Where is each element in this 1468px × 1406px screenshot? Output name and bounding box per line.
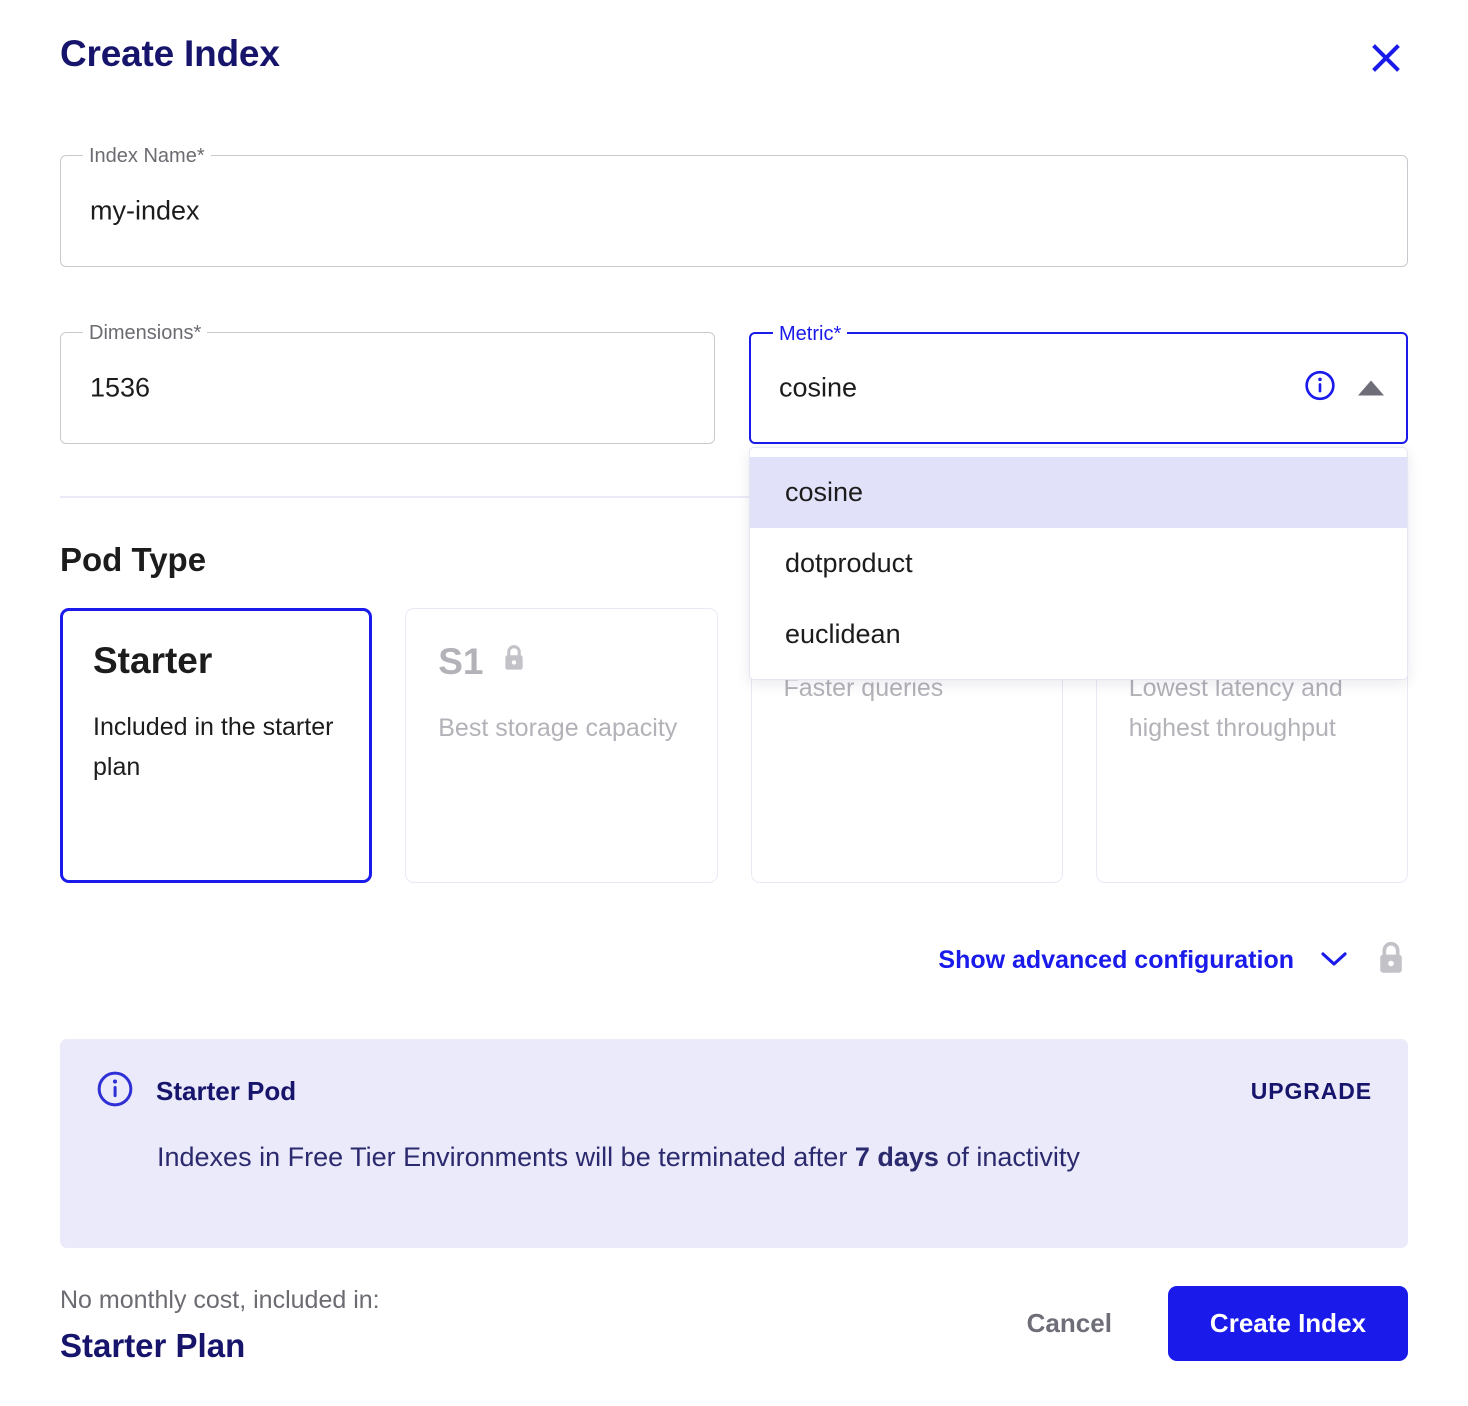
pod-card-description: Lowest latency and highest throughput [1128,674,1343,742]
metric-option-dotproduct[interactable]: dotproduct [750,528,1407,599]
index-name-input[interactable]: my-index [90,197,200,225]
create-index-button[interactable]: Create Index [1167,1286,1408,1361]
show-advanced-configuration-button[interactable]: Show advanced configuration [938,946,1348,975]
chevron-down-icon [1320,946,1348,975]
banner-top-row: Starter Pod UPGRADE [96,1070,1372,1113]
dialog-footer: No monthly cost, included in: Starter Pl… [60,1286,1408,1365]
pod-card-title: S1 [438,642,684,682]
cancel-button[interactable]: Cancel [1003,1294,1136,1353]
banner-body-text: Indexes in Free Tier Environments will b… [157,1134,1167,1180]
info-circle-icon[interactable] [1304,370,1336,407]
metric-select[interactable]: Metric* cosine [749,323,1408,444]
create-index-dialog: Create Index Index Name* my-index Dimens… [0,0,1468,1406]
plan-note: No monthly cost, included in: [60,1286,380,1314]
metric-option-euclidean[interactable]: euclidean [750,599,1407,670]
metric-dropdown-menu[interactable]: cosine dotproduct euclidean [749,447,1408,680]
metric-adornments [1304,370,1384,407]
plan-name: Starter Plan [60,1327,246,1364]
pod-card-title: Starter [93,640,339,681]
dialog-header: Create Index [60,33,1408,80]
pod-card-name-text: S1 [438,640,484,682]
banner-text-highlight: 7 days [854,1142,939,1172]
lock-icon [500,642,528,682]
close-button[interactable] [1364,36,1408,80]
metric-option-cosine[interactable]: cosine [750,457,1407,528]
page-title: Create Index [60,33,280,74]
advanced-configuration-label: Show advanced configuration [938,946,1294,974]
plan-info: No monthly cost, included in: Starter Pl… [60,1286,380,1365]
banner-text-before: Indexes in Free Tier Environments will b… [157,1142,855,1172]
upgrade-button[interactable]: UPGRADE [1251,1078,1372,1105]
banner-title: Starter Pod [156,1076,297,1106]
metric-selected-value: cosine [779,372,858,403]
pod-card-starter[interactable]: Starter Included in the starter plan [60,608,373,883]
pod-type-heading: Pod Type [60,541,207,578]
advanced-configuration-row: Show advanced configuration [938,938,1408,983]
caret-up-icon[interactable] [1358,380,1384,396]
dimensions-label: Dimensions* [83,322,208,344]
pod-card-s1[interactable]: S1 Best storage capacity [405,608,718,883]
pod-card-name-text: Starter [93,640,213,681]
index-name-label: Index Name* [83,145,211,167]
metric-label: Metric* [773,323,848,345]
close-icon [1370,42,1402,74]
advanced-lock-icon [1374,938,1408,983]
pod-card-description: Best storage capacity [438,713,678,742]
banner-text-after: of inactivity [938,1142,1080,1172]
dimensions-input[interactable]: 1536 [90,374,150,402]
dimensions-field[interactable]: Dimensions* 1536 [60,322,715,444]
banner-info-circle-icon [96,1070,134,1113]
footer-actions: Cancel Create Index [1003,1286,1408,1361]
index-name-field[interactable]: Index Name* my-index [60,145,1408,267]
starter-pod-banner: Starter Pod UPGRADE Indexes in Free Tier… [60,1039,1408,1248]
banner-heading: Starter Pod [96,1070,296,1113]
pod-card-description: Included in the starter plan [93,712,334,781]
